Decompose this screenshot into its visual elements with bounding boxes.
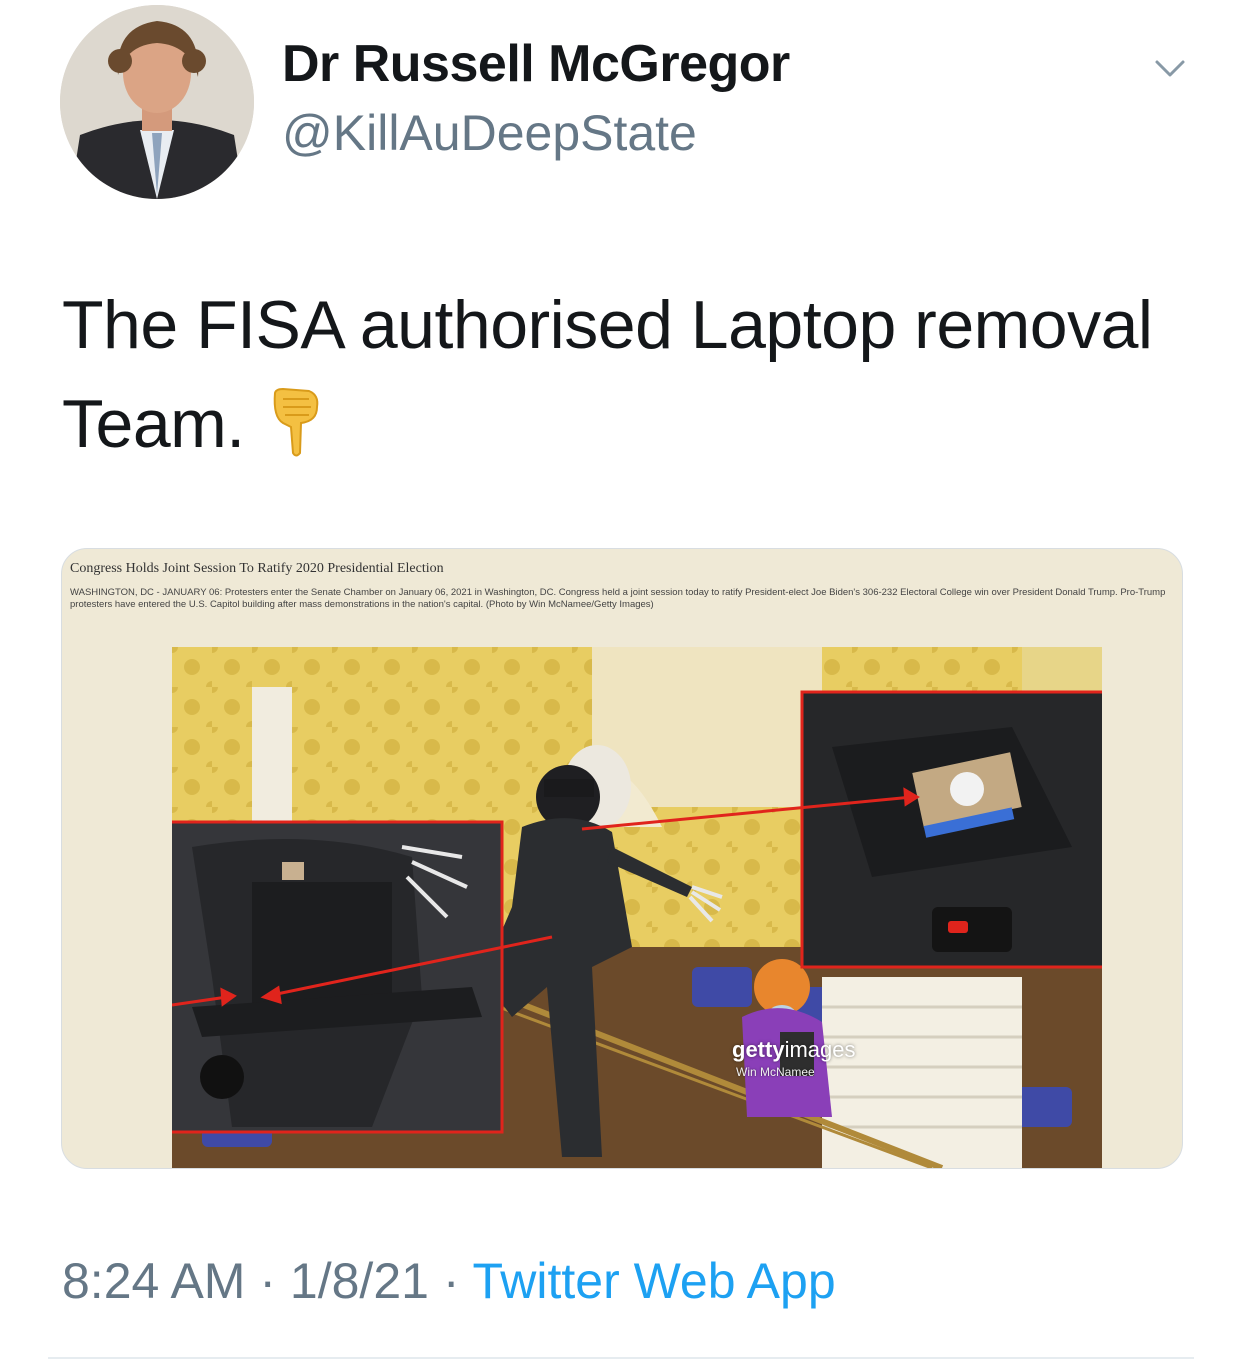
watermark-credit: Win McNamee <box>736 1065 815 1079</box>
tweet-date[interactable]: 1/8/21 <box>290 1253 429 1309</box>
caption-title: Congress Holds Joint Session To Ratify 2… <box>70 561 444 576</box>
tweet-media[interactable]: Congress Holds Joint Session To Ratify 2… <box>61 548 1183 1169</box>
tweet-text-body: The FISA authorised Laptop removal Team. <box>62 287 1153 462</box>
author-handle[interactable]: @KillAuDeepState <box>282 104 697 162</box>
tweet-time[interactable]: 8:24 AM <box>62 1253 245 1309</box>
meta-separator: · <box>259 1253 277 1309</box>
divider <box>48 1357 1194 1359</box>
news-photo <box>172 647 1102 1168</box>
avatar[interactable] <box>60 5 254 199</box>
getty-watermark: gettyimages <box>732 1037 855 1063</box>
tweet-text: The FISA authorised Laptop removal Team. <box>62 276 1182 474</box>
author-display-name[interactable]: Dr Russell McGregor <box>282 34 790 94</box>
chevron-down-icon[interactable] <box>1154 58 1186 80</box>
avatar-photo <box>60 5 254 199</box>
tweet-source-link[interactable]: Twitter Web App <box>473 1253 836 1309</box>
watermark-brand: getty <box>732 1037 785 1062</box>
meta-separator: · <box>442 1253 460 1309</box>
pointing-down-emoji <box>273 387 319 457</box>
tweet-meta: 8:24 AM · 1/8/21 · Twitter Web App <box>62 1252 836 1310</box>
caption-body: WASHINGTON, DC - JANUARY 06: Protesters … <box>70 587 1166 610</box>
watermark-brand-light: images <box>784 1037 856 1062</box>
